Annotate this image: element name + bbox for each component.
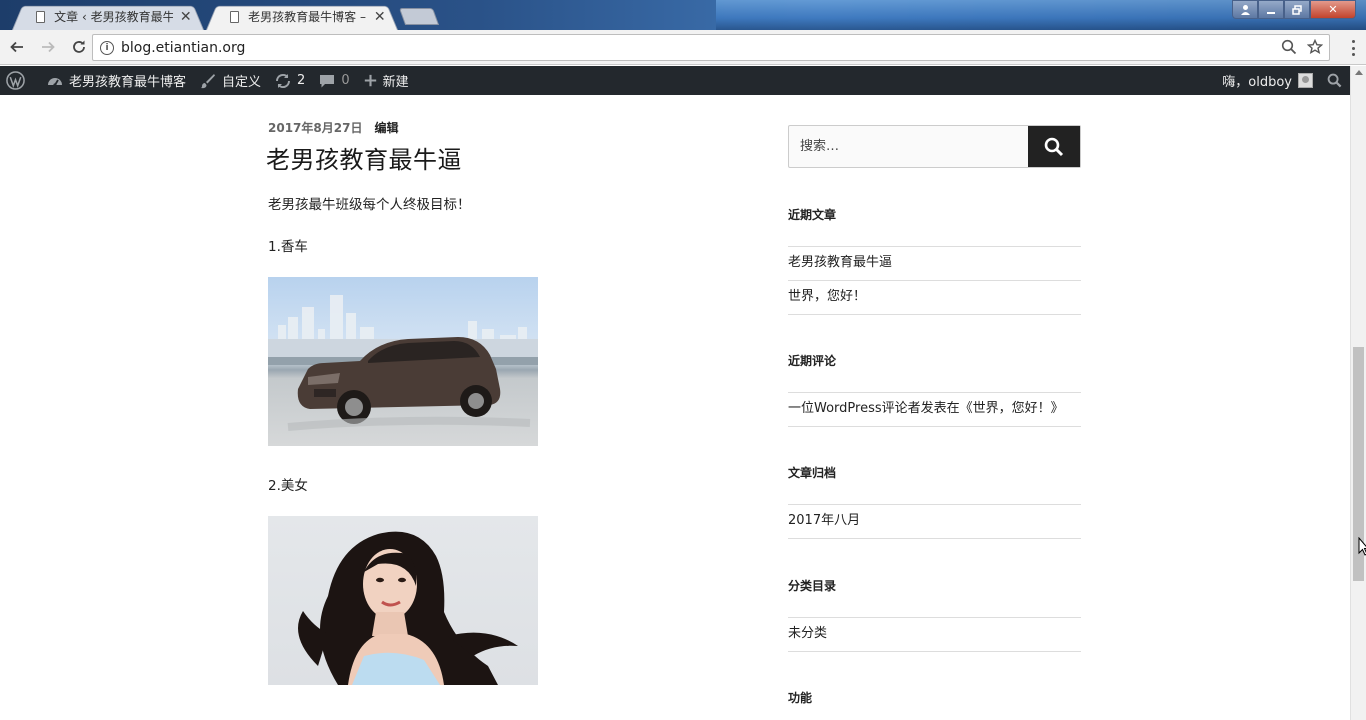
- browser-tab-strip: 文章 ‹ 老男孩教育最牛博 ✕ 老男孩教育最牛博客 – 又 ✕ ✕: [0, 0, 1366, 30]
- customize-label: 自定义: [222, 75, 262, 90]
- page-icon: [230, 10, 240, 23]
- updates-count: 2: [297, 73, 306, 88]
- meta-title: 功能: [788, 691, 813, 705]
- user-profile-icon[interactable]: [1232, 0, 1258, 19]
- search-icon: [1327, 73, 1342, 88]
- window-controls: ✕: [1232, 0, 1356, 19]
- recent-posts-title: 近期文章: [788, 208, 837, 222]
- page-icon: [36, 10, 46, 23]
- new-label: 新建: [382, 75, 409, 90]
- list-item[interactable]: 未分类: [788, 618, 1081, 652]
- page-scrollbar[interactable]: [1350, 66, 1366, 720]
- admin-account[interactable]: 嗨，oldboy: [1215, 66, 1320, 95]
- wp-admin-bar: 老男孩教育最牛博客 自定义 2 0 新建 嗨，oldboy: [0, 66, 1350, 95]
- window-close-icon[interactable]: ✕: [1310, 0, 1356, 19]
- list-item[interactable]: 世界，您好！: [788, 281, 1081, 315]
- minimize-icon[interactable]: [1258, 0, 1284, 19]
- dashboard-icon: [48, 77, 62, 87]
- recent-comments-list: 一位WordPress评论者发表在《世界，您好！》: [788, 392, 1081, 427]
- reload-icon: [73, 40, 85, 53]
- comments-count: 0: [341, 73, 350, 88]
- site-name-label: 老男孩教育最牛博客: [69, 75, 187, 90]
- tab-label: 老男孩教育最牛博客 – 又: [248, 10, 367, 24]
- post-intro: 老男孩最牛班级每个人终极目标！: [268, 197, 471, 213]
- list-item[interactable]: 老男孩教育最牛逼: [788, 247, 1081, 281]
- url-text: blog.etiantian.org: [121, 39, 246, 56]
- admin-comments[interactable]: 0: [312, 66, 356, 95]
- post-date[interactable]: 2017年8月27日: [268, 119, 362, 136]
- scroll-up-arrow-icon[interactable]: [1355, 70, 1363, 75]
- avatar: [1298, 73, 1313, 88]
- search-button[interactable]: [1028, 126, 1080, 167]
- archives-list: 2017年八月: [788, 504, 1081, 539]
- browser-menu-icon[interactable]: [1352, 40, 1356, 56]
- post-meta: 2017年8月27日 编辑: [268, 118, 748, 136]
- zoom-icon[interactable]: [1281, 39, 1297, 55]
- blog-post: 2017年8月27日 编辑 老男孩教育最牛逼 老男孩最牛班级每个人终极目标！ 1…: [266, 118, 748, 685]
- search-input[interactable]: [789, 126, 1028, 167]
- tab-label: 文章 ‹ 老男孩教育最牛博: [54, 10, 174, 24]
- admin-search-button[interactable]: [1320, 66, 1350, 95]
- wp-logo-button[interactable]: [0, 66, 32, 95]
- search-icon: [1044, 137, 1064, 156]
- recent-posts-list: 老男孩教育最牛逼 世界，您好！: [788, 246, 1081, 315]
- post-title[interactable]: 老男孩教育最牛逼: [266, 140, 748, 175]
- arrow-left-icon: [10, 41, 23, 53]
- list-item[interactable]: 一位WordPress评论者发表在《世界，您好！》: [788, 393, 1081, 427]
- browser-tab-blog[interactable]: 老男孩教育最牛博客 – 又 ✕: [206, 3, 398, 30]
- admin-new-content[interactable]: 新建: [357, 66, 416, 95]
- search-form: [788, 125, 1081, 168]
- wordpress-logo-icon: [6, 71, 25, 90]
- recent-comments-title: 近期评论: [788, 354, 837, 368]
- address-bar[interactable]: i blog.etiantian.org: [92, 34, 1330, 61]
- browser-tab-admin[interactable]: 文章 ‹ 老男孩教育最牛博 ✕: [12, 3, 204, 30]
- browser-toolbar: i blog.etiantian.org: [0, 30, 1366, 65]
- post-item-1: 1.香车: [268, 239, 308, 255]
- site-info-icon[interactable]: i: [100, 40, 114, 55]
- plus-icon: [364, 74, 376, 87]
- reload-button[interactable]: [65, 33, 93, 61]
- restore-icon[interactable]: [1284, 0, 1310, 19]
- admin-updates[interactable]: 2: [268, 66, 312, 95]
- post-item-2: 2.美女: [268, 478, 308, 494]
- bookmark-star-icon[interactable]: [1307, 39, 1323, 55]
- brush-icon: [201, 73, 216, 88]
- car-image: [268, 277, 538, 446]
- admin-customize[interactable]: 自定义: [193, 66, 268, 95]
- comment-icon: [320, 74, 335, 87]
- new-tab-button[interactable]: [398, 8, 440, 25]
- greeting-label: 嗨，oldboy: [1222, 75, 1292, 90]
- forward-button[interactable]: [34, 33, 62, 61]
- admin-site-name[interactable]: 老男孩教育最牛博客: [40, 66, 193, 95]
- sidebar: 近期文章 老男孩教育最牛逼 世界，您好！ 近期评论 一位WordPress评论者…: [788, 125, 1081, 705]
- categories-title: 分类目录: [788, 579, 837, 593]
- arrow-right-icon: [42, 41, 55, 53]
- edit-post-link[interactable]: 编辑: [374, 119, 398, 136]
- mouse-cursor-icon: [1358, 537, 1366, 556]
- back-button[interactable]: [3, 33, 31, 61]
- close-icon[interactable]: ✕: [373, 9, 386, 25]
- updates-icon: [276, 73, 291, 88]
- archives-title: 文章归档: [788, 466, 837, 480]
- close-icon[interactable]: ✕: [179, 9, 192, 25]
- portrait-image: [268, 516, 538, 685]
- categories-list: 未分类: [788, 617, 1081, 652]
- list-item[interactable]: 2017年八月: [788, 505, 1081, 539]
